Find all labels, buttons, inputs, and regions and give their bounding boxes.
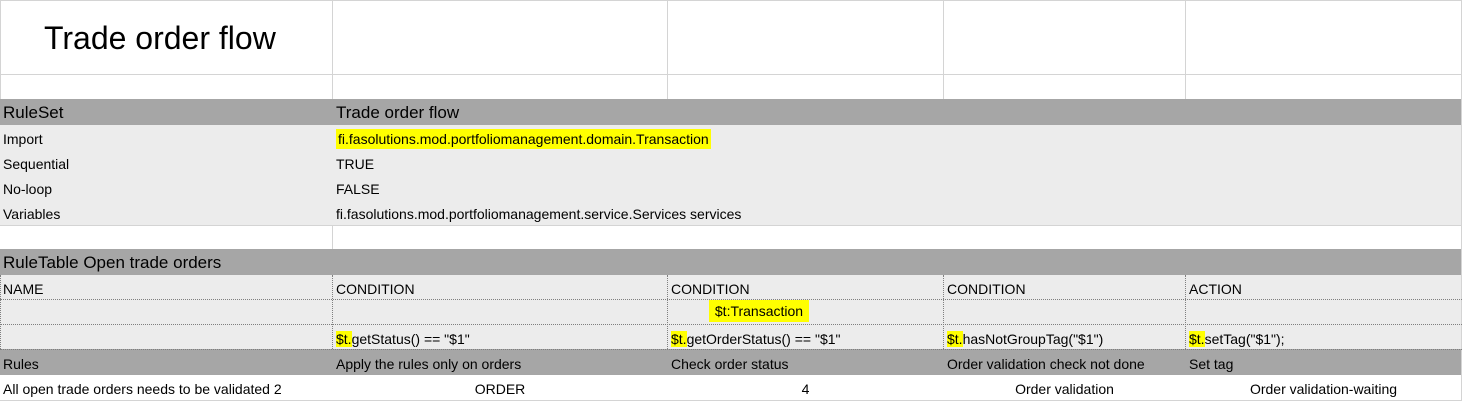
grid-line	[332, 0, 333, 99]
grid-line	[0, 0, 1, 99]
grid-line	[0, 74, 1462, 75]
noloop-key-cell[interactable]: No-loop	[0, 177, 332, 202]
ruleset-label-cell[interactable]: RuleSet	[0, 99, 332, 125]
header-condition-1-cell[interactable]: CONDITION	[333, 277, 667, 302]
desc-condition-2-cell[interactable]: Check order status	[668, 351, 943, 378]
grid-line	[1185, 0, 1186, 99]
grid-line	[943, 0, 944, 99]
sequential-key-cell[interactable]: Sequential	[0, 152, 332, 177]
table-border	[0, 324, 1462, 325]
code-text: getOrderStatus() == "$1"	[686, 331, 841, 347]
object-binding-text: $t:Transaction	[708, 300, 810, 322]
code-text: hasNotGroupTag("$1")	[962, 331, 1104, 347]
code-text: setTag("$1");	[1204, 331, 1285, 347]
code-condition-1-cell[interactable]: $t.getStatus() == "$1"	[333, 326, 667, 353]
code-text: getStatus() == "$1"	[351, 331, 470, 347]
desc-rules-cell[interactable]: Rules	[0, 351, 332, 378]
noloop-value-cell[interactable]: FALSE	[333, 177, 667, 202]
code-prefix: $t.	[1189, 331, 1205, 347]
ruletable-title-cell[interactable]: RuleTable Open trade orders	[0, 249, 600, 275]
import-value-cell[interactable]: fi.fasolutions.mod.portfoliomanagement.d…	[333, 127, 933, 152]
code-action-cell[interactable]: $t.setTag("$1");	[1186, 326, 1461, 353]
code-prefix: $t.	[336, 331, 352, 347]
object-binding-cell[interactable]: $t:Transaction	[333, 300, 1185, 324]
header-action-cell[interactable]: ACTION	[1186, 277, 1461, 302]
desc-condition-3-cell[interactable]: Order validation check not done	[944, 351, 1185, 378]
rule-value-1-cell[interactable]: ORDER	[333, 376, 667, 403]
rule-value-2-cell[interactable]: 4	[668, 376, 943, 403]
grid-line	[332, 225, 333, 249]
grid-line	[0, 0, 1462, 1]
sequential-value-cell[interactable]: TRUE	[333, 152, 667, 177]
code-prefix: $t.	[947, 331, 963, 347]
rule-name-cell[interactable]: All open trade orders needs to be valida…	[0, 376, 332, 403]
rule-value-4-cell[interactable]: Order validation-waiting	[1186, 376, 1461, 403]
rule-value-3-cell[interactable]: Order validation	[944, 376, 1185, 403]
header-name-cell[interactable]: NAME	[0, 277, 332, 302]
code-condition-2-cell[interactable]: $t.getOrderStatus() == "$1"	[668, 326, 943, 353]
code-prefix: $t.	[671, 331, 687, 347]
variables-key-cell[interactable]: Variables	[0, 202, 332, 227]
sheet-title[interactable]: Trade order flow	[44, 18, 276, 58]
variables-value-cell[interactable]: fi.fasolutions.mod.portfoliomanagement.s…	[333, 202, 1033, 227]
import-value-text: fi.fasolutions.mod.portfoliomanagement.d…	[336, 129, 711, 149]
import-key-cell[interactable]: Import	[0, 127, 332, 152]
ruleset-name-cell[interactable]: Trade order flow	[333, 99, 733, 125]
grid-line	[667, 0, 668, 99]
desc-condition-1-cell[interactable]: Apply the rules only on orders	[333, 351, 667, 378]
header-condition-3-cell[interactable]: CONDITION	[944, 277, 1185, 302]
code-condition-3-cell[interactable]: $t.hasNotGroupTag("$1")	[944, 326, 1185, 353]
header-condition-2-cell[interactable]: CONDITION	[668, 277, 943, 302]
desc-action-cell[interactable]: Set tag	[1186, 351, 1461, 378]
